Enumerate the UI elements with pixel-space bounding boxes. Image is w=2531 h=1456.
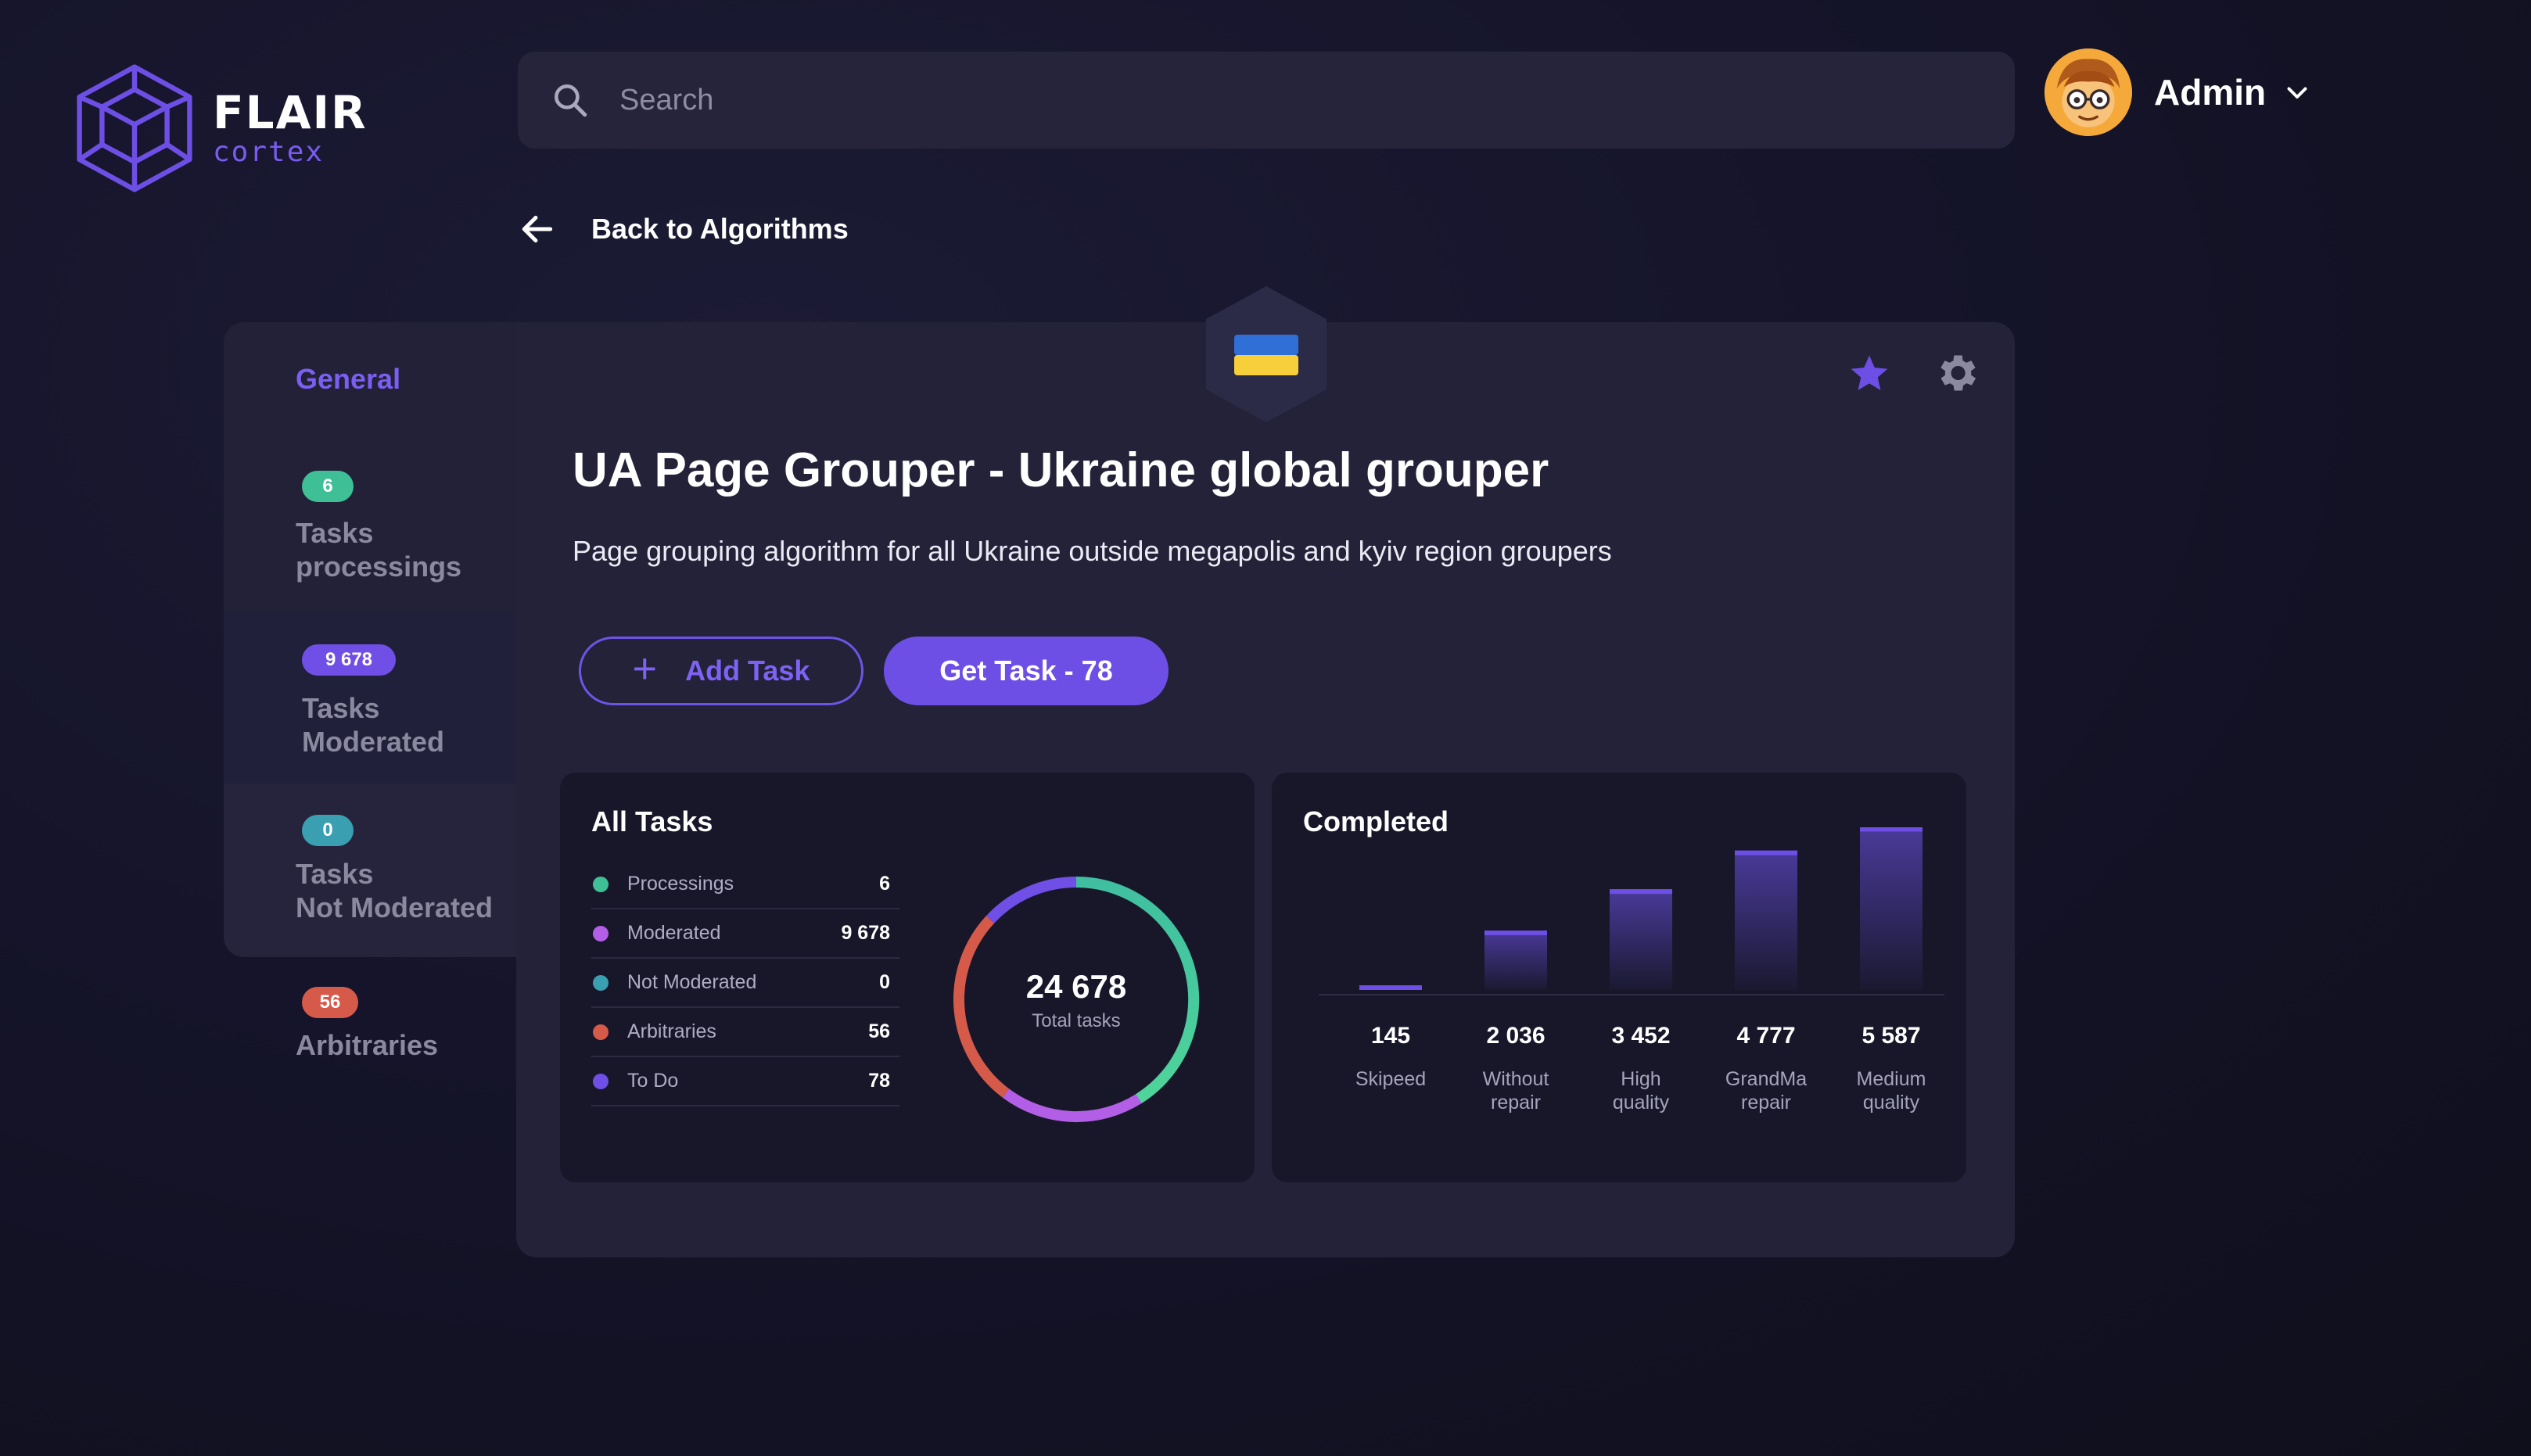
completed-bar-chart: 145Skipeed2 036Withoutrepair3 452Highqua… bbox=[1319, 827, 1944, 1114]
avatar[interactable] bbox=[2045, 48, 2132, 136]
legend-value: 9 678 bbox=[841, 922, 890, 944]
list-item: Processings 6 bbox=[591, 860, 899, 909]
category-label: Skipeed bbox=[1355, 1068, 1426, 1090]
bar bbox=[1735, 850, 1797, 990]
plus-icon: + bbox=[632, 645, 658, 692]
star-icon[interactable] bbox=[1847, 352, 1891, 396]
bar bbox=[1860, 827, 1922, 990]
bar-cap bbox=[1610, 889, 1672, 895]
bar bbox=[1484, 930, 1547, 990]
legend-value: 0 bbox=[879, 971, 890, 993]
back-label: Back to Algorithms bbox=[591, 213, 849, 245]
donut-segment-moderated bbox=[1002, 1088, 1142, 1123]
legend-dot bbox=[593, 974, 609, 991]
back-to-algorithms-link[interactable]: Back to Algorithms bbox=[518, 205, 849, 253]
sidebar-item-label: Not Moderated bbox=[296, 891, 493, 923]
gear-icon[interactable] bbox=[1932, 349, 1980, 397]
all-tasks-title: All Tasks bbox=[591, 805, 713, 837]
sidebar-item-label: Moderated bbox=[302, 726, 445, 758]
bar-cap bbox=[1359, 985, 1422, 990]
legend-value: 6 bbox=[879, 873, 890, 895]
arbitraries-badge: 56 bbox=[302, 987, 358, 1018]
add-task-button[interactable]: + Add Task bbox=[579, 637, 863, 705]
data-label: 4 777 bbox=[1736, 1023, 1795, 1049]
list-item: Arbitraries 56 bbox=[591, 1008, 899, 1057]
sidebar-item-tasks-not-moderated[interactable]: 0 Tasks Not Moderated bbox=[224, 784, 521, 957]
not-moderated-badge: 0 bbox=[302, 815, 354, 846]
bar-cap bbox=[1484, 930, 1547, 935]
search-bar[interactable] bbox=[518, 52, 2015, 149]
page-description: Page grouping algorithm for all Ukraine … bbox=[573, 535, 1612, 567]
legend-dot bbox=[593, 876, 609, 892]
add-task-label: Add Task bbox=[685, 654, 810, 687]
brand-logo[interactable]: FLAIR cortex bbox=[72, 58, 400, 199]
sidebar-item-tasks-processings[interactable]: 6 Tasks processings bbox=[224, 439, 521, 611]
legend-label: Moderated bbox=[627, 922, 721, 944]
donut-segment-todo bbox=[985, 877, 1077, 923]
list-item: Moderated 9 678 bbox=[591, 909, 899, 959]
legend-dot bbox=[593, 925, 609, 941]
brand-name: FLAIR bbox=[213, 86, 368, 139]
sidebar-item-arbitraries[interactable]: 56 Arbitraries bbox=[224, 957, 521, 1082]
chevron-down-icon[interactable] bbox=[2283, 78, 2311, 106]
sidebar-item-label: Tasks bbox=[302, 692, 380, 724]
bar-cap bbox=[1860, 827, 1922, 832]
list-item: Not Moderated 0 bbox=[591, 959, 899, 1008]
legend-label: Arbitraries bbox=[627, 1020, 716, 1042]
legend-value: 56 bbox=[868, 1020, 890, 1042]
arrow-left-icon bbox=[522, 215, 553, 243]
bar-cap bbox=[1735, 850, 1797, 855]
donut-segment-arbitraries bbox=[953, 916, 1010, 1098]
get-task-button[interactable]: Get Task - 78 bbox=[884, 637, 1169, 705]
brand-subtitle: cortex bbox=[213, 136, 325, 168]
processings-badge: 6 bbox=[302, 471, 354, 502]
category-label: GrandMa bbox=[1725, 1068, 1807, 1090]
category-label: High bbox=[1621, 1068, 1660, 1090]
total-tasks-caption: Total tasks bbox=[1032, 1010, 1121, 1031]
data-label: 2 036 bbox=[1486, 1023, 1545, 1049]
search-icon bbox=[555, 84, 587, 117]
category-label: Without bbox=[1483, 1068, 1549, 1090]
moderated-badge: 9 678 bbox=[302, 644, 396, 676]
sidebar-item-general[interactable]: General bbox=[224, 322, 521, 439]
sidebar-item-label: Tasks bbox=[296, 517, 374, 549]
sidebar-item-tasks-moderated[interactable]: 9 678 Tasks Moderated bbox=[224, 611, 521, 784]
cube-logo-icon bbox=[77, 64, 192, 192]
sidebar-item-label: processings bbox=[296, 550, 462, 583]
data-label: 5 587 bbox=[1861, 1023, 1920, 1049]
data-label: 145 bbox=[1371, 1023, 1410, 1049]
sidebar-item-label: Arbitraries bbox=[296, 1029, 439, 1061]
category-label: quality bbox=[1613, 1092, 1670, 1114]
user-menu[interactable]: Admin bbox=[2045, 48, 2311, 136]
category-label: quality bbox=[1863, 1092, 1920, 1114]
list-item: To Do 78 bbox=[591, 1057, 899, 1106]
all-tasks-panel: All Tasks Processings 6 Moderated 9 678 … bbox=[560, 773, 1255, 1182]
total-tasks-value: 24 678 bbox=[1025, 968, 1127, 1005]
category-label: repair bbox=[1741, 1092, 1791, 1114]
category-label: Medium bbox=[1857, 1068, 1926, 1090]
legend-label: Not Moderated bbox=[627, 971, 757, 993]
legend-label: To Do bbox=[627, 1070, 679, 1092]
avatar-face-icon bbox=[2045, 48, 2132, 136]
page-title: UA Page Grouper - Ukraine global grouper bbox=[573, 443, 1549, 497]
legend-label: Processings bbox=[627, 873, 734, 895]
data-label: 3 452 bbox=[1611, 1023, 1670, 1049]
completed-panel: Completed 145 Skipeed 2 036 Without repair 3 … bbox=[1272, 773, 1966, 1182]
legend-dot bbox=[593, 1024, 609, 1040]
bar bbox=[1610, 889, 1672, 990]
get-task-label: Get Task - 78 bbox=[939, 654, 1113, 687]
ukraine-flag-icon bbox=[1206, 286, 1327, 422]
sidebar-general-label: General bbox=[296, 363, 401, 395]
tasks-legend: Processings 6 Moderated 9 678 Not Modera… bbox=[591, 860, 899, 1106]
legend-dot bbox=[593, 1073, 609, 1089]
user-name[interactable]: Admin bbox=[2154, 71, 2266, 113]
category-label: repair bbox=[1491, 1092, 1541, 1114]
legend-value: 78 bbox=[868, 1070, 890, 1092]
search-input[interactable] bbox=[619, 83, 1871, 117]
sidebar-item-label: Tasks bbox=[296, 858, 374, 890]
